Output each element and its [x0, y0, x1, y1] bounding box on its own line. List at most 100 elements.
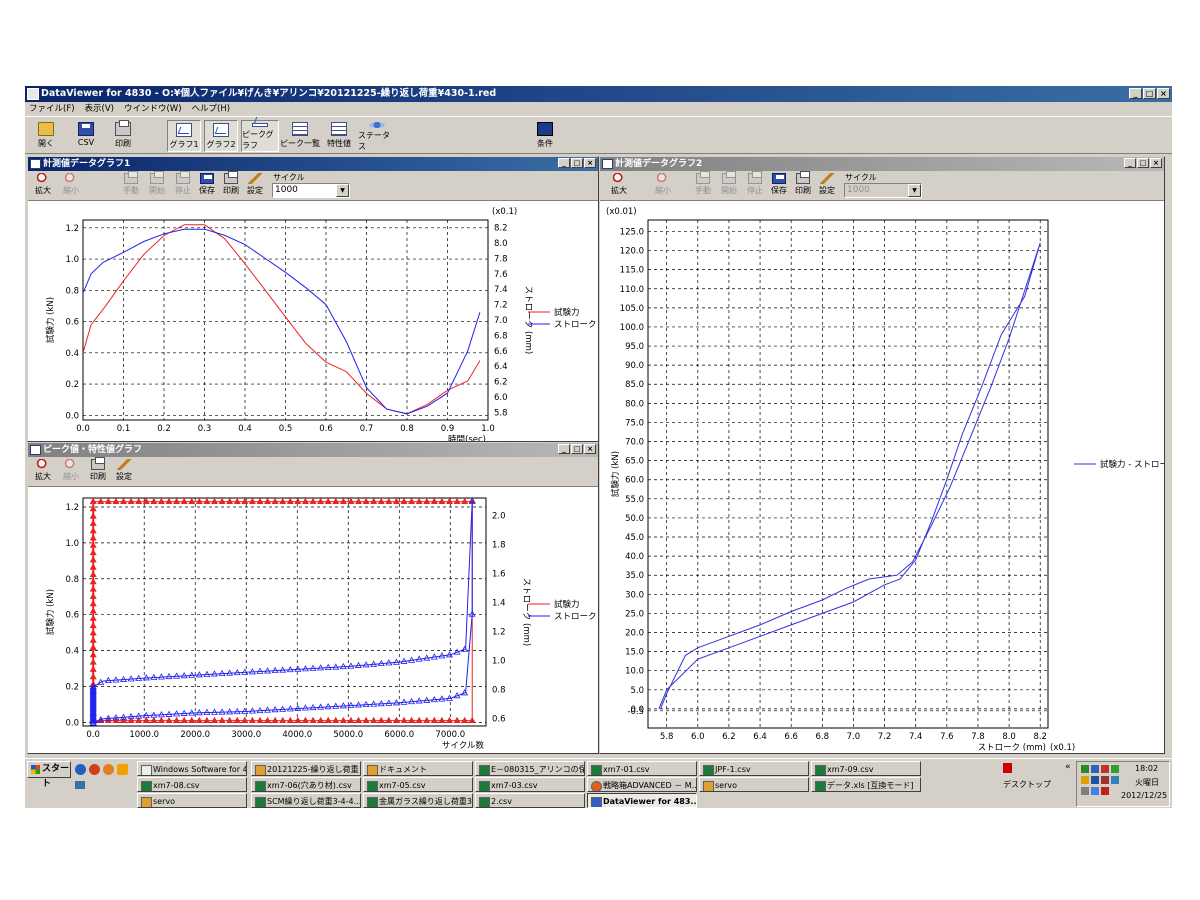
network-icon[interactable]	[1081, 765, 1089, 773]
taskbar-button[interactable]: xm7-08.csv	[137, 777, 247, 792]
acrobat-tray-icon[interactable]	[1003, 763, 1012, 773]
clock-time[interactable]: 18:02	[1135, 764, 1158, 773]
quicklaunch-player-icon[interactable]	[117, 764, 128, 775]
menu-file[interactable]: ファイル(F)	[29, 102, 75, 116]
taskbar-button[interactable]: xm7-09.csv	[811, 761, 921, 776]
taskbar-button[interactable]: xm7-06(穴あり材).csv	[251, 777, 361, 792]
app-title-bar[interactable]: DataViewer for 4830 - O:¥個人ファイル¥げんき¥アリンコ…	[25, 86, 1172, 102]
chevron-down-icon[interactable]: ▼	[908, 184, 921, 197]
print-button[interactable]: 印刷	[110, 120, 136, 152]
taskbar-button[interactable]: xm7-03.csv	[475, 777, 585, 792]
usb-icon[interactable]	[1081, 787, 1089, 795]
graph2-start-button[interactable]: 開始	[718, 171, 740, 199]
peak-minimize-button[interactable]: _	[558, 444, 570, 454]
graph1-print-button[interactable]: 印刷	[220, 171, 242, 199]
taskbar-button[interactable]: 2.csv	[475, 793, 585, 808]
graph1-zoom-in-button[interactable]: 拡大	[30, 173, 56, 199]
taskbar-button[interactable]: 金属ガラス繰り返し荷重3...	[363, 793, 473, 808]
taskbar-button[interactable]: 20121225-繰り返し荷重	[251, 761, 361, 776]
graph1-manual-button[interactable]: 手動	[120, 171, 142, 199]
csv-button[interactable]: CSV	[73, 120, 99, 152]
open-button[interactable]: 開く	[33, 120, 59, 152]
peak-zoom-out-button[interactable]: 縮小	[58, 459, 84, 485]
app-close-button[interactable]: ×	[1157, 88, 1170, 99]
chevron-down-icon[interactable]: ▼	[336, 184, 349, 197]
graph2-save-button[interactable]: 保存	[768, 173, 790, 199]
condition-button[interactable]: 条件	[530, 120, 560, 152]
series-marker	[89, 636, 97, 643]
display-icon[interactable]	[1091, 776, 1099, 784]
graph2-print-button[interactable]: 印刷	[792, 171, 814, 199]
signal-icon[interactable]	[1111, 765, 1119, 773]
graph1-settings-button[interactable]: 設定	[244, 173, 266, 199]
tray-expand-arrows[interactable]: «	[1065, 762, 1071, 772]
x-tick-label: 0.3	[198, 424, 212, 434]
quicklaunch-ie-icon[interactable]	[75, 764, 86, 775]
graph2-zoom-in-button[interactable]: 拡大	[606, 173, 632, 199]
taskbar-button[interactable]: servo	[137, 793, 247, 808]
volume-icon[interactable]	[1101, 776, 1109, 784]
sync-icon[interactable]	[1091, 787, 1099, 795]
graph2-cycle-select[interactable]: 1000 ▼	[844, 183, 922, 198]
y-tick-label: 90.0	[625, 361, 644, 371]
taskbar-button[interactable]: servo	[699, 777, 809, 792]
peak-maximize-button[interactable]: □	[571, 444, 583, 454]
peak-graph-button[interactable]: ピークグラフ	[241, 120, 279, 152]
graph2-close-button[interactable]: ×	[1150, 158, 1162, 168]
graph1-cycle-select[interactable]: 1000 ▼	[272, 183, 350, 198]
graph2-maximize-button[interactable]: □	[1137, 158, 1149, 168]
menu-view[interactable]: 表示(V)	[85, 102, 114, 116]
peak-settings-button[interactable]: 設定	[112, 459, 136, 485]
power-icon[interactable]	[1111, 776, 1119, 784]
taskbar-button[interactable]: E－080315_アリンコの保...	[475, 761, 585, 776]
alert-icon[interactable]	[1101, 787, 1109, 795]
graph1-start-button[interactable]: 開始	[146, 171, 168, 199]
quicklaunch-firefox-icon[interactable]	[89, 764, 100, 775]
taskbar-button[interactable]: 戦略箱ADVANCED － M...	[587, 777, 697, 792]
graph1-maximize-button[interactable]: □	[571, 158, 583, 168]
characteristic-button[interactable]: 特性値	[323, 120, 355, 152]
taskbar-button[interactable]: Windows Software for 4...	[137, 761, 247, 776]
quicklaunch-media-icon[interactable]	[103, 764, 114, 775]
security-icon[interactable]	[1101, 765, 1109, 773]
peak-title-bar[interactable]: ピーク値・特性値グラフ _ □ ×	[28, 443, 598, 457]
app-minimize-button[interactable]: _	[1129, 88, 1142, 99]
taskbar-button[interactable]: xm7-05.csv	[363, 777, 473, 792]
menu-window[interactable]: ウインドウ(W)	[124, 102, 182, 116]
show-desktop-icon[interactable]	[75, 781, 85, 789]
peak-close-button[interactable]: ×	[584, 444, 596, 454]
graph1-save-button[interactable]: 保存	[196, 173, 218, 199]
start-button[interactable]: スタート	[27, 761, 71, 789]
peak-print-button[interactable]: 印刷	[86, 457, 110, 485]
taskbar-button[interactable]: JPF-1.csv	[699, 761, 809, 776]
taskbar-button[interactable]: SCM繰り返し荷重3-4-4...	[251, 793, 361, 808]
peak-zoom-in-button[interactable]: 拡大	[30, 459, 56, 485]
graph1-close-button[interactable]: ×	[584, 158, 596, 168]
graph2-manual-button[interactable]: 手動	[692, 171, 714, 199]
taskbar-button[interactable]: ドキュメント	[363, 761, 473, 776]
graph1-minimize-button[interactable]: _	[558, 158, 570, 168]
graph1-stop-button[interactable]: 停止	[172, 171, 194, 199]
app-restore-button[interactable]: □	[1143, 88, 1156, 99]
status-button[interactable]: ステータス	[358, 120, 396, 152]
bluetooth-icon[interactable]	[1091, 765, 1099, 773]
taskbar-button[interactable]: DataViewer for 483...	[587, 793, 697, 808]
taskbar-button[interactable]: xm7-01.csv	[587, 761, 697, 776]
menu-help[interactable]: ヘルプ(H)	[192, 102, 231, 116]
desktop-toolbar-label[interactable]: デスクトップ	[1003, 779, 1051, 790]
update-icon[interactable]	[1081, 776, 1089, 784]
graph1-title-bar[interactable]: 計測値データグラフ1 _ □ ×	[28, 157, 598, 171]
graph1-zoom-out-button[interactable]: 縮小	[58, 173, 84, 199]
graph1-button[interactable]: グラフ1	[167, 120, 201, 152]
graph2-stop-button[interactable]: 停止	[744, 171, 766, 199]
graph2-minimize-button[interactable]: _	[1124, 158, 1136, 168]
graph2-settings-button[interactable]: 設定	[816, 173, 838, 199]
taskbar-button[interactable]: データ.xls [互換モード]	[811, 777, 921, 792]
graph2-button[interactable]: グラフ2	[204, 120, 238, 152]
graph2-zoom-out-button[interactable]: 縮小	[650, 173, 676, 199]
x-tick-label: 3000.0	[231, 730, 261, 740]
graph2-title-bar[interactable]: 計測値データグラフ2 _ □ ×	[600, 157, 1164, 171]
mdi-scrollbar[interactable]	[1165, 156, 1172, 754]
peak-list-button[interactable]: ピーク一覧	[280, 120, 320, 152]
x-tick-label: 6.8	[816, 732, 830, 742]
